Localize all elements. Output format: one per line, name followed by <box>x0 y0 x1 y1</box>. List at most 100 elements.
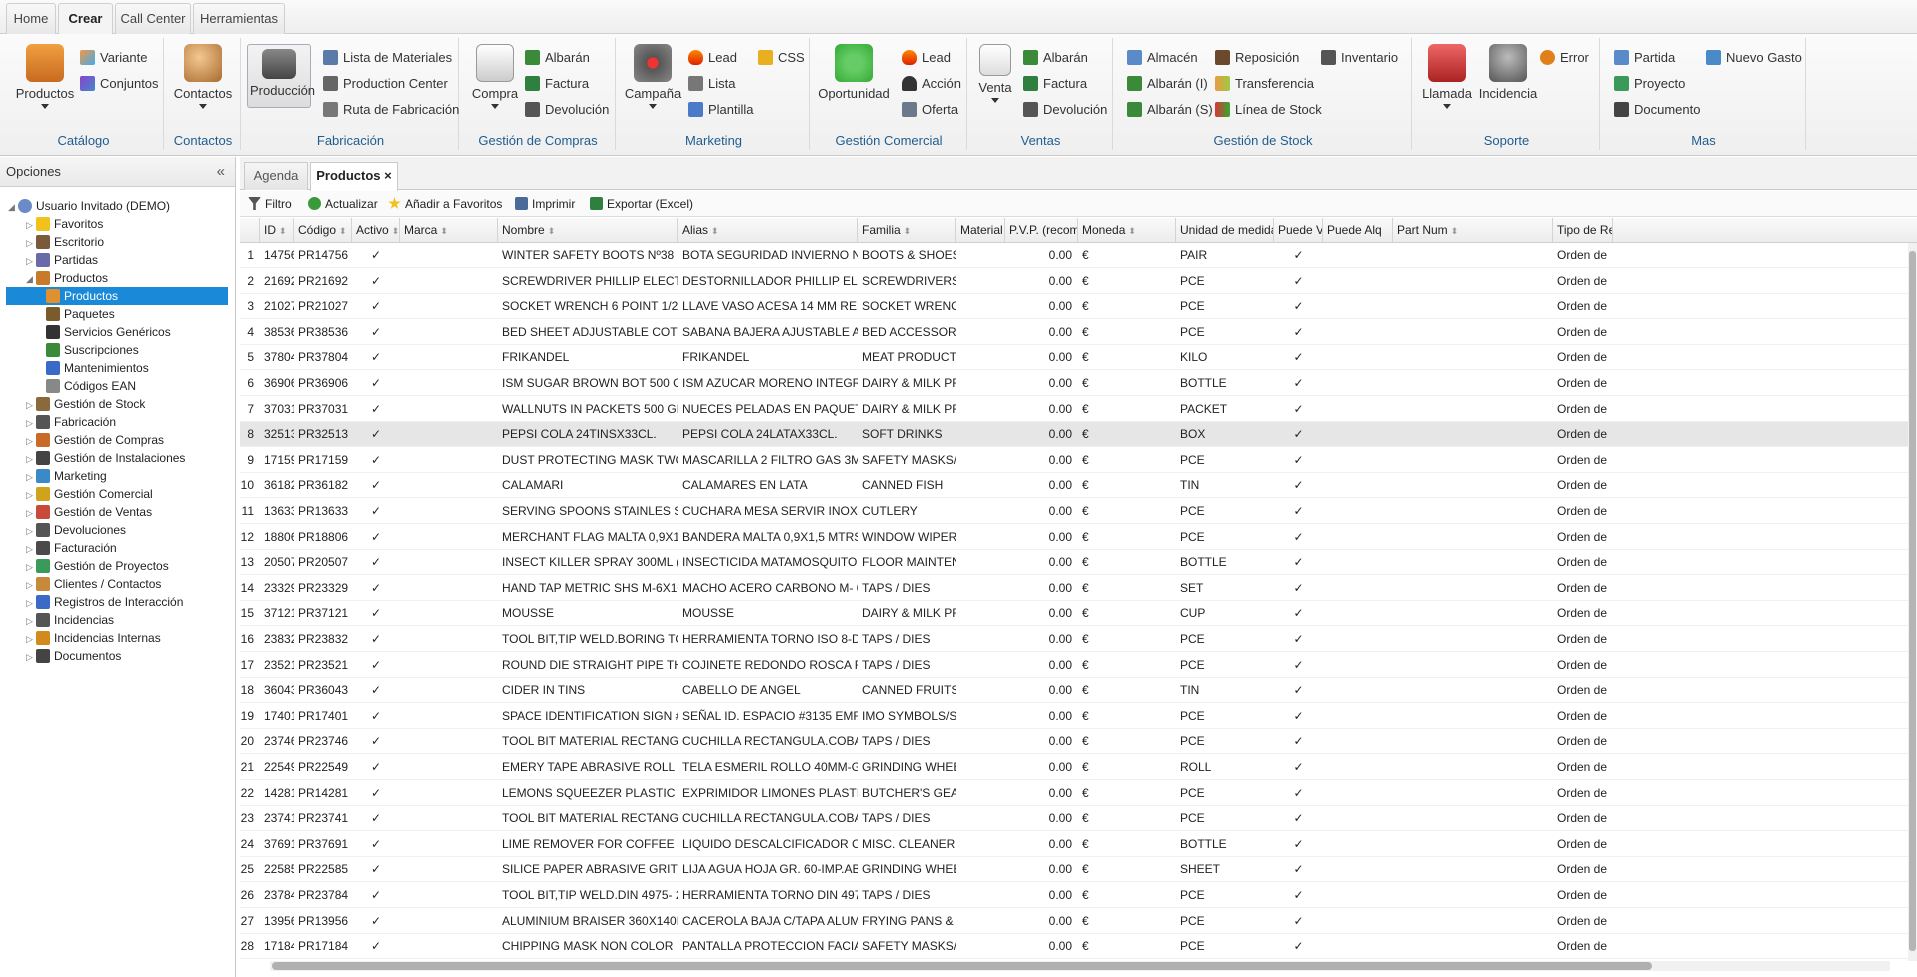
sidebar-item-suscripciones[interactable]: Suscripciones <box>46 341 139 359</box>
plantilla-button[interactable]: Plantilla <box>688 100 754 120</box>
production-center-button[interactable]: Production Center <box>323 74 448 94</box>
sort-icon[interactable]: ⬍ <box>1451 226 1459 236</box>
tab-agenda[interactable]: Agenda <box>244 162 308 190</box>
table-row[interactable]: 4 38536 PR38536 ✓ BED SHEET ADJUSTABLE COTTO… <box>240 320 1917 345</box>
table-row[interactable]: 17 23521 PR23521 ✓ ROUND DIE STRAIGHT PIPE T… <box>240 653 1917 678</box>
sidebar-item-gestion-de-stock[interactable]: ▷ Gestión de Stock <box>26 395 145 413</box>
expander-icon[interactable]: ▷ <box>26 504 36 522</box>
expander-icon[interactable]: ▷ <box>26 468 36 486</box>
sidebar-item-registros-de-interaccion[interactable]: ▷ Registros de Interacción <box>26 593 183 611</box>
documento-button[interactable]: Documento <box>1614 100 1700 120</box>
expander-icon[interactable]: ▷ <box>26 540 36 558</box>
expander-icon[interactable]: ◢ <box>26 270 36 288</box>
expander-icon[interactable]: ▷ <box>26 594 36 612</box>
sidebar-item-gestion-de-proyectos[interactable]: ▷ Gestión de Proyectos <box>26 557 169 575</box>
expander-icon[interactable]: ▷ <box>26 432 36 450</box>
column-header[interactable]: Nombre ⬍ <box>498 218 678 243</box>
comercial-lead-button[interactable]: Lead <box>902 48 951 68</box>
expander-icon[interactable]: ▷ <box>26 396 36 414</box>
sort-icon[interactable]: ⬍ <box>440 226 448 236</box>
table-row[interactable]: 13 20507 PR20507 ✓ INSECT KILLER SPRAY 300ML… <box>240 550 1917 576</box>
column-header[interactable]: P.V.P. (recomen <box>1005 218 1078 243</box>
expander-icon[interactable]: ▷ <box>26 558 36 576</box>
table-row[interactable]: 2 21692 PR21692 ✓ SCREWDRIVER PHILLIP ELECTR… <box>240 269 1917 294</box>
tree-root-user[interactable]: ◢ Usuario Invitado (DEMO) <box>8 197 170 215</box>
contactos-button[interactable]: Contactos <box>170 44 236 109</box>
table-row[interactable]: 11 13633 PR13633 ✓ SERVING SPOONS STAINLES S… <box>240 499 1917 524</box>
variante-button[interactable]: Variante <box>80 48 147 68</box>
table-row[interactable]: 8 32513 PR32513 ✓ PEPSI COLA 24TINSX33CL. PEP… <box>240 422 1917 448</box>
ventas-devolucion-button[interactable]: Devolución <box>1023 100 1107 120</box>
sidebar-item-gestion-de-instalaciones[interactable]: ▷ Gestión de Instalaciones <box>26 449 185 467</box>
sidebar-item-escritorio[interactable]: ▷ Escritorio <box>26 233 104 251</box>
inventario-button[interactable]: Inventario <box>1321 48 1398 68</box>
oportunidad-button[interactable]: Oportunidad <box>816 44 892 101</box>
tab-call-center[interactable]: Call Center <box>115 3 191 34</box>
sort-icon[interactable]: ⬍ <box>339 226 347 236</box>
table-row[interactable]: 24 37691 PR37691 ✓ LIME REMOVER FOR COFFEE M… <box>240 832 1917 857</box>
table-row[interactable]: 15 37121 PR37121 ✓ MOUSSE MOUSSE DAIRY & MILK … <box>240 601 1917 627</box>
column-header[interactable]: Alias ⬍ <box>678 218 858 243</box>
sort-icon[interactable]: ⬍ <box>904 226 912 236</box>
expander-icon[interactable]: ▷ <box>26 234 36 252</box>
table-row[interactable]: 21 22549 PR22549 ✓ EMERY TAPE ABRASIVE ROLL … <box>240 755 1917 780</box>
horizontal-scrollbar[interactable] <box>270 961 1890 971</box>
column-header[interactable]: Unidad de medida⬍ <box>1176 218 1274 243</box>
sidebar-item-productos[interactable]: ◢ Productos <box>26 269 108 287</box>
lista-button[interactable]: Lista <box>688 74 735 94</box>
table-row[interactable]: 14 23329 PR23329 ✓ HAND TAP METRIC SHS M-6X1… <box>240 576 1917 601</box>
column-header[interactable]: Part Num ⬍ <box>1393 218 1553 243</box>
column-header[interactable]: ID ⬍ <box>260 218 294 243</box>
sidebar-item-gestion-de-compras[interactable]: ▷ Gestión de Compras <box>26 431 164 449</box>
sort-icon[interactable]: ⬍ <box>392 226 399 236</box>
tab-home[interactable]: Home <box>6 3 56 34</box>
expander-icon[interactable]: ▷ <box>26 216 36 234</box>
tab-crear[interactable]: Crear <box>58 3 113 35</box>
sort-icon[interactable]: ⬍ <box>711 226 719 236</box>
column-header[interactable]: Material Pr <box>956 218 1005 243</box>
vertical-scroll-thumb[interactable] <box>1909 251 1916 951</box>
table-row[interactable]: 1 14756 PR14756 ✓ WINTER SAFETY BOOTS Nº38 BO… <box>240 243 1917 268</box>
expander-icon[interactable]: ▷ <box>26 252 36 270</box>
imprimir-button[interactable]: Imprimir <box>515 195 575 213</box>
campana-button[interactable]: Campaña <box>622 44 684 109</box>
css-button[interactable]: CSS <box>758 48 805 68</box>
table-row[interactable]: 10 36182 PR36182 ✓ CALAMARI CALAMARES EN LATA… <box>240 473 1917 499</box>
conjuntos-button[interactable]: Conjuntos <box>80 74 159 94</box>
compra-button[interactable]: Compra <box>465 44 525 109</box>
llamada-button[interactable]: Llamada <box>1420 44 1474 109</box>
sidebar-item-partidas[interactable]: ▷ Partidas <box>26 251 98 269</box>
table-row[interactable]: 28 17184 PR17184 ✓ CHIPPING MASK NON COLOR PA… <box>240 934 1917 960</box>
actualizar-button[interactable]: Actualizar <box>308 195 378 213</box>
oferta-button[interactable]: Oferta <box>902 100 958 120</box>
productos-button[interactable]: Productos <box>10 44 80 109</box>
tab-productos[interactable]: Productos × <box>310 162 398 191</box>
table-row[interactable]: 25 22585 PR22585 ✓ SILICE PAPER ABRASIVE GRI… <box>240 857 1917 883</box>
table-row[interactable]: 23 23741 PR23741 ✓ TOOL BIT MATERIAL RECTANG… <box>240 806 1917 832</box>
transferencia-button[interactable]: Transferencia <box>1215 74 1314 94</box>
expander-icon[interactable]: ▷ <box>26 522 36 540</box>
sort-icon[interactable]: ⬍ <box>548 226 556 236</box>
expander-icon[interactable]: ▷ <box>26 648 36 666</box>
proyecto-button[interactable]: Proyecto <box>1614 74 1685 94</box>
sidebar-item-gestion-comercial[interactable]: ▷ Gestión Comercial <box>26 485 153 503</box>
exportar-excel-button[interactable]: Exportar (Excel) <box>590 195 693 213</box>
vertical-scrollbar[interactable] <box>1908 243 1917 961</box>
sort-icon[interactable]: ⬍ <box>279 226 287 236</box>
table-row[interactable]: 22 14281 PR14281 ✓ LEMONS SQUEEZER PLASTIC R… <box>240 781 1917 806</box>
sidebar-item-servicios-genericos[interactable]: Servicios Genéricos <box>46 323 171 341</box>
ventas-albaran-button[interactable]: Albarán <box>1023 48 1088 68</box>
table-row[interactable]: 5 37804 PR37804 ✓ FRIKANDEL FRIKANDEL MEAT PRO… <box>240 345 1917 371</box>
sidebar-item-documentos[interactable]: ▷ Documentos <box>26 647 121 665</box>
table-row[interactable]: 9 17159 PR17159 ✓ DUST PROTECTING MASK TWO F… <box>240 448 1917 473</box>
sidebar-item-mantenimientos[interactable]: Mantenimientos <box>46 359 149 377</box>
sort-icon[interactable]: ⬍ <box>1128 226 1136 236</box>
albaran-i-button[interactable]: Albarán (I) <box>1127 74 1208 94</box>
sidebar-item-incidencias-internas[interactable]: ▷ Incidencias Internas <box>26 629 161 647</box>
expander-icon[interactable]: ▷ <box>26 450 36 468</box>
expander-icon[interactable]: ▷ <box>26 576 36 594</box>
compras-albaran-button[interactable]: Albarán <box>525 48 590 68</box>
table-row[interactable]: 12 18806 PR18806 ✓ MERCHANT FLAG MALTA 0,9X1… <box>240 525 1917 550</box>
sidebar-item-devoluciones[interactable]: ▷ Devoluciones <box>26 521 126 539</box>
expander-icon[interactable]: ▷ <box>26 630 36 648</box>
